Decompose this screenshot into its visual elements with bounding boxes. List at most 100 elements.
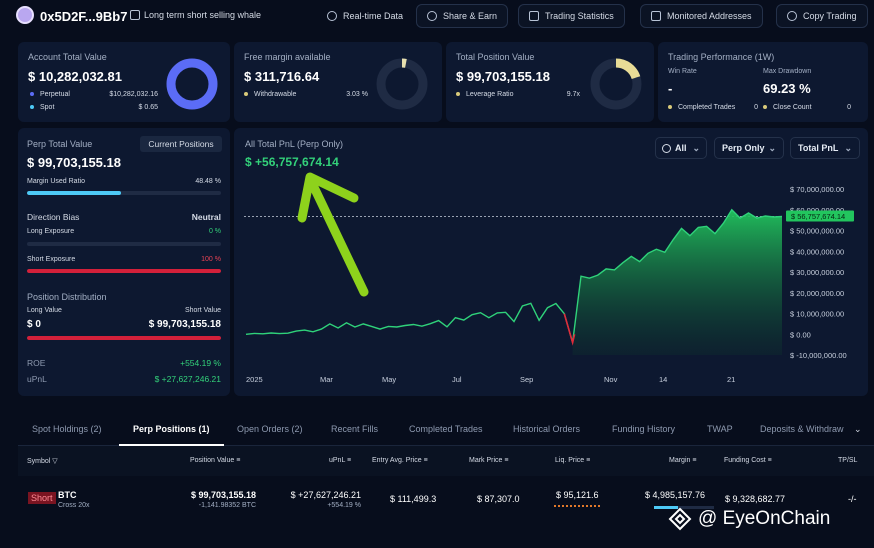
header-funding-cost[interactable]: Funding Cost ≡ — [724, 457, 772, 464]
withdrawable-dot — [244, 92, 248, 97]
tab-perp-positions[interactable]: Perp Positions (1) — [119, 424, 223, 446]
header-mark-price[interactable]: Mark Price ≡ — [469, 457, 509, 464]
direction-bias-label: Direction Bias — [27, 212, 80, 222]
tab-completed-trades[interactable]: Completed Trades — [409, 424, 483, 434]
leverage-donut-chart — [590, 58, 642, 110]
trading-statistics-label: Trading Statistics — [545, 11, 614, 21]
header-liq-price-label: Liq. Price — [555, 457, 585, 464]
watermark-label: @ EyeOnChain — [698, 508, 831, 529]
pnl-negative-dip — [563, 313, 576, 346]
margin-donut-chart — [376, 58, 428, 110]
y-axis-tick-label: $ 20,000,000.00 — [790, 289, 844, 298]
header-mark-price-label: Mark Price — [469, 457, 503, 464]
upnl-label: uPnL — [27, 374, 47, 384]
header-margin[interactable]: Margin ≡ — [669, 457, 696, 464]
sort-icon: ≡ — [586, 457, 591, 464]
copy-icon[interactable] — [130, 10, 140, 20]
account-donut-chart — [166, 58, 218, 110]
sort-icon: ≡ — [692, 457, 697, 464]
side-badge: Short — [28, 492, 56, 504]
wallet-tagline: Long term short selling whale — [144, 10, 262, 20]
pnl-chart-panel: All Total PnL (Perp Only) $ +56,757,674.… — [234, 128, 868, 396]
max-drawdown-value: 69.23 % — [763, 81, 811, 96]
current-value-tag: $ 56,757,674.14 — [786, 210, 854, 222]
leverage-row: Leverage Ratio 9.7x — [456, 91, 580, 98]
header-symbol[interactable]: Symbol ▽ — [27, 457, 58, 465]
tab-recent-fills[interactable]: Recent Fills — [331, 424, 378, 434]
short-value-label: Short Value — [184, 307, 221, 314]
monitored-addresses-button[interactable]: Monitored Addresses — [640, 4, 763, 28]
y-axis-tick-label: $ 50,000,000.00 — [790, 227, 844, 236]
current-positions-button[interactable]: Current Positions — [140, 136, 222, 152]
upnl-row: uPnL $ +27,627,246.21 — [27, 374, 221, 384]
upnl-pct-cell: +554.19 % — [327, 502, 361, 509]
total-position-title: Total Position Value — [456, 52, 535, 62]
withdrawable-label: Withdrawable — [254, 91, 297, 98]
roe-row: ROE +554.19 % — [27, 358, 221, 368]
y-axis-tick-label: $ 30,000,000.00 — [790, 268, 844, 277]
header-liq-price[interactable]: Liq. Price ≡ — [555, 457, 590, 464]
short-exposure-value: 100 % — [201, 256, 221, 263]
header-entry-price-label: Entry Avg. Price — [372, 457, 422, 464]
short-value: $ 99,703,155.18 — [148, 319, 221, 330]
short-exposure-fill — [27, 269, 221, 273]
filter-icon[interactable]: ▽ — [52, 458, 57, 465]
long-exposure-label: Long Exposure — [27, 228, 75, 235]
realtime-data-button[interactable]: Real-time Data — [316, 4, 414, 28]
close-count-dot — [763, 105, 767, 110]
copy-trading-icon — [787, 11, 797, 21]
completed-trades-dot — [668, 105, 672, 110]
margin-used-label: Margin Used Ratio — [27, 178, 85, 185]
tpsl-cell[interactable]: -/- — [848, 494, 857, 504]
stats-icon — [529, 11, 539, 21]
x-axis-tick-label: May — [382, 375, 396, 384]
position-value-cell: $ 99,703,155.18 — [190, 490, 256, 500]
header-upnl[interactable]: uPnL ≡ — [329, 457, 351, 464]
win-rate-value: - — [668, 81, 673, 96]
withdrawable-row: Withdrawable 3.03 % — [244, 91, 368, 98]
liq-price-cell: $ 95,121.6 — [556, 490, 599, 500]
tab-historical-orders[interactable]: Historical Orders — [513, 424, 580, 434]
short-exposure-bar — [27, 269, 221, 273]
wallet-avatar — [16, 6, 34, 24]
entry-price-cell: $ 111,499.3 — [390, 494, 437, 504]
share-earn-label: Share & Earn — [443, 11, 498, 21]
header-position-value[interactable]: Position Value ≡ — [190, 457, 240, 464]
header-entry-price[interactable]: Entry Avg. Price ≡ — [372, 457, 428, 464]
current-value-tag-label: $ 56,757,674.14 — [791, 212, 845, 221]
tabs-scroll-chevron-icon[interactable]: ⌄ — [854, 424, 862, 435]
copy-trading-label: Copy Trading — [803, 11, 857, 21]
sort-icon: ≡ — [504, 457, 509, 464]
funding-cost-cell: $ 9,328,682.77 — [725, 494, 786, 504]
sort-icon: ≡ — [236, 457, 241, 464]
x-axis-tick-label: 21 — [727, 375, 735, 384]
margin-used-value: 48.48 % — [195, 178, 221, 185]
upnl-cell: $ +27,627,246.21 — [290, 490, 361, 500]
long-value: $ 0 — [27, 319, 41, 330]
tab-open-orders[interactable]: Open Orders (2) — [237, 424, 303, 434]
position-distribution-title: Position Distribution — [27, 292, 107, 302]
x-axis-tick-label: 14 — [659, 375, 667, 384]
share-icon — [427, 11, 437, 21]
roe-label: ROE — [27, 358, 46, 368]
tab-deposits-withdraw[interactable]: Deposits & Withdraw — [760, 424, 844, 434]
perpetual-row: Perpetual $10,282,032.16 — [30, 91, 158, 98]
watermark: @ EyeOnChain — [668, 507, 830, 531]
liq-risk-indicator — [554, 505, 600, 507]
share-earn-button[interactable]: Share & Earn — [416, 4, 509, 28]
header-upnl-label: uPnL — [329, 457, 346, 464]
copy-trading-button[interactable]: Copy Trading — [776, 4, 868, 28]
completed-trades-label: Completed Trades — [678, 104, 736, 111]
tab-twap[interactable]: TWAP — [707, 424, 733, 434]
leverage-dot — [456, 92, 460, 97]
leverage-label: Leverage Ratio — [466, 91, 514, 98]
long-exposure-row: Long Exposure 0 % — [27, 228, 221, 235]
pnl-area-chart: $ 70,000,000.00$ 60,000,000.00$ 50,000,0… — [244, 172, 854, 384]
wallet-address[interactable]: 0x5D2F...9Bb7 — [40, 9, 127, 24]
long-exposure-bar — [27, 242, 221, 246]
realtime-data-label: Real-time Data — [343, 11, 404, 21]
tab-spot-holdings[interactable]: Spot Holdings (2) — [32, 424, 102, 434]
top-bar: 0x5D2F...9Bb7 Long term short selling wh… — [0, 0, 874, 32]
trading-statistics-button[interactable]: Trading Statistics — [518, 4, 625, 28]
tab-funding-history[interactable]: Funding History — [612, 424, 675, 434]
